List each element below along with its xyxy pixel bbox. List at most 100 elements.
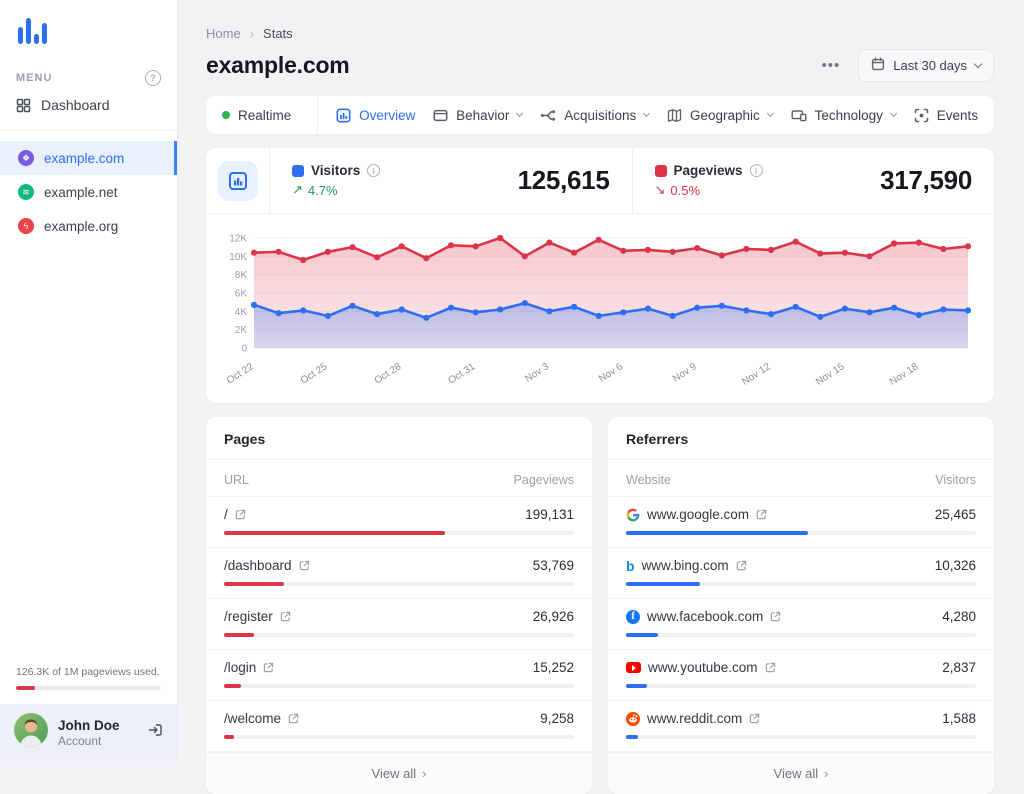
pageviews-legend-swatch (654, 164, 667, 177)
row-link[interactable]: www.youtube.com (626, 660, 776, 675)
table-row: b www.bing.com 10,326 (608, 548, 994, 599)
tab-overview[interactable]: Overview (336, 96, 415, 134)
table-row: /dashboard 53,769 (206, 548, 592, 599)
tab-label: Geographic (690, 107, 760, 123)
row-bar-track (626, 735, 976, 739)
pageviews-value: 317,590 (880, 165, 972, 195)
row-label: /dashboard (224, 558, 292, 573)
row-link[interactable]: www.google.com (626, 507, 767, 522)
table-row: www.reddit.com 1,588 (608, 701, 994, 752)
info-icon[interactable]: i (749, 164, 763, 177)
chevron-down-icon (973, 59, 983, 69)
account-card[interactable]: John Doe Account (0, 704, 177, 761)
svg-text:6K: 6K (235, 289, 248, 300)
google-favicon (626, 508, 640, 522)
tab-label: Behavior (456, 107, 510, 123)
row-value: 199,131 (525, 507, 574, 522)
sidebar-item-dashboard[interactable]: Dashboard (0, 86, 177, 124)
svg-text:Nov 18: Nov 18 (888, 361, 921, 388)
svg-text:Nov 15: Nov 15 (814, 361, 847, 388)
external-link-icon (235, 509, 246, 520)
stats-hero (206, 148, 270, 213)
pages-title: Pages (206, 417, 592, 460)
stat-label: Pageviews (673, 163, 743, 178)
external-link-icon (736, 560, 747, 571)
info-icon[interactable]: i (367, 164, 381, 177)
sidebar-toggle-icon[interactable]: ? (145, 70, 161, 86)
pages-card: Pages URL Pageviews / 199,131 /dashboard (206, 417, 592, 794)
tab-label: Acquisitions (564, 107, 637, 123)
usage-text: 126.3K of 1M pageviews used. (16, 666, 160, 678)
breadcrumb: Home › Stats (206, 26, 994, 41)
referrers-view-all-button[interactable]: View all › (608, 752, 994, 794)
tab-label: Technology (814, 107, 883, 123)
row-link[interactable]: / (224, 507, 246, 522)
usage-meter: 126.3K of 1M pageviews used. (0, 666, 177, 704)
realtime-dot (222, 111, 230, 119)
stat-delta: ↗ 4.7% (292, 182, 338, 198)
row-value: 26,926 (532, 609, 574, 624)
row-label: www.bing.com (641, 558, 729, 573)
row-label: /welcome (224, 711, 282, 726)
row-bar-fill (224, 735, 235, 739)
map-icon (667, 108, 682, 123)
site-label: example.org (44, 218, 119, 234)
row-bar-fill (224, 633, 254, 637)
sidebar-item-label: Dashboard (41, 97, 110, 113)
svg-text:2K: 2K (235, 325, 248, 336)
app-logo-icon[interactable] (18, 16, 177, 44)
sidebar-divider (0, 130, 177, 131)
table-row: / 199,131 (206, 497, 592, 548)
row-link[interactable]: /register (224, 609, 291, 624)
pages-view-all-button[interactable]: View all › (206, 752, 592, 794)
row-value: 1,588 (942, 711, 976, 726)
row-link[interactable]: /dashboard (224, 558, 310, 573)
logout-icon[interactable] (147, 722, 163, 743)
tab-events[interactable]: Events (914, 96, 978, 134)
row-link[interactable]: /welcome (224, 711, 299, 726)
svg-text:8K: 8K (235, 270, 248, 281)
menu-label: MENU (16, 72, 53, 84)
row-label: www.facebook.com (647, 609, 764, 624)
sidebar-item-example.org[interactable]: ϟ example.org (0, 209, 177, 243)
chevron-down-icon (766, 109, 774, 118)
overview-card: Visitors i ↗ 4.7% 125,615 Pageviews i ↘ … (206, 148, 994, 403)
sidebar: MENU ? Dashboard ❖ example.com ≋ example.… (0, 0, 178, 761)
row-link[interactable]: /login (224, 660, 274, 675)
row-link[interactable]: b www.bing.com (626, 558, 747, 573)
row-bar-track (224, 735, 574, 739)
svg-text:Oct 28: Oct 28 (373, 361, 404, 387)
clover-favicon: ❖ (18, 150, 34, 166)
sidebar-item-example.com[interactable]: ❖ example.com (0, 141, 177, 175)
site-label: example.net (44, 184, 118, 200)
column-header-url: URL (224, 473, 250, 487)
row-label: www.google.com (647, 507, 750, 522)
svg-text:Oct 22: Oct 22 (225, 361, 256, 387)
trend-up-icon: ↗ (292, 182, 303, 197)
traffic-chart[interactable]: 0 2K 4K 6K 8K 10K 12K Oct 22 Oct 25 Oct 28 Oct 31 N… (216, 228, 978, 392)
row-link[interactable]: www.reddit.com (626, 711, 760, 726)
site-list: ❖ example.com ≋ example.net ϟ example.org (0, 141, 177, 243)
tab-geographic[interactable]: Geographic (667, 96, 774, 134)
column-header-pageviews: Pageviews (513, 473, 574, 487)
tab-acquisitions[interactable]: Acquisitions (540, 96, 651, 134)
tab-realtime[interactable]: Realtime (222, 96, 319, 134)
svg-text:Oct 25: Oct 25 (299, 361, 330, 387)
tab-behavior[interactable]: Behavior (433, 96, 524, 134)
more-options-button[interactable]: ••• (818, 53, 845, 78)
chevron-down-icon (516, 109, 524, 118)
date-range-button[interactable]: Last 30 days (858, 49, 994, 82)
row-link[interactable]: f www.facebook.com (626, 609, 781, 624)
svg-text:12K: 12K (229, 234, 247, 245)
pages-rows: / 199,131 /dashboard 53,769 /register 26… (206, 497, 592, 752)
page-title: example.com (206, 52, 350, 78)
bar-chart-icon (217, 160, 258, 201)
row-bar-track (224, 633, 574, 637)
trend-down-icon: ↘ (654, 182, 666, 197)
sidebar-item-example.net[interactable]: ≋ example.net (0, 175, 177, 209)
row-label: /register (224, 609, 273, 624)
breadcrumb-home[interactable]: Home (206, 26, 241, 41)
external-link-icon (770, 611, 781, 622)
tab-bar: Realtime Overview Behavior Acquisitions … (206, 96, 994, 134)
tab-technology[interactable]: Technology (791, 96, 897, 134)
